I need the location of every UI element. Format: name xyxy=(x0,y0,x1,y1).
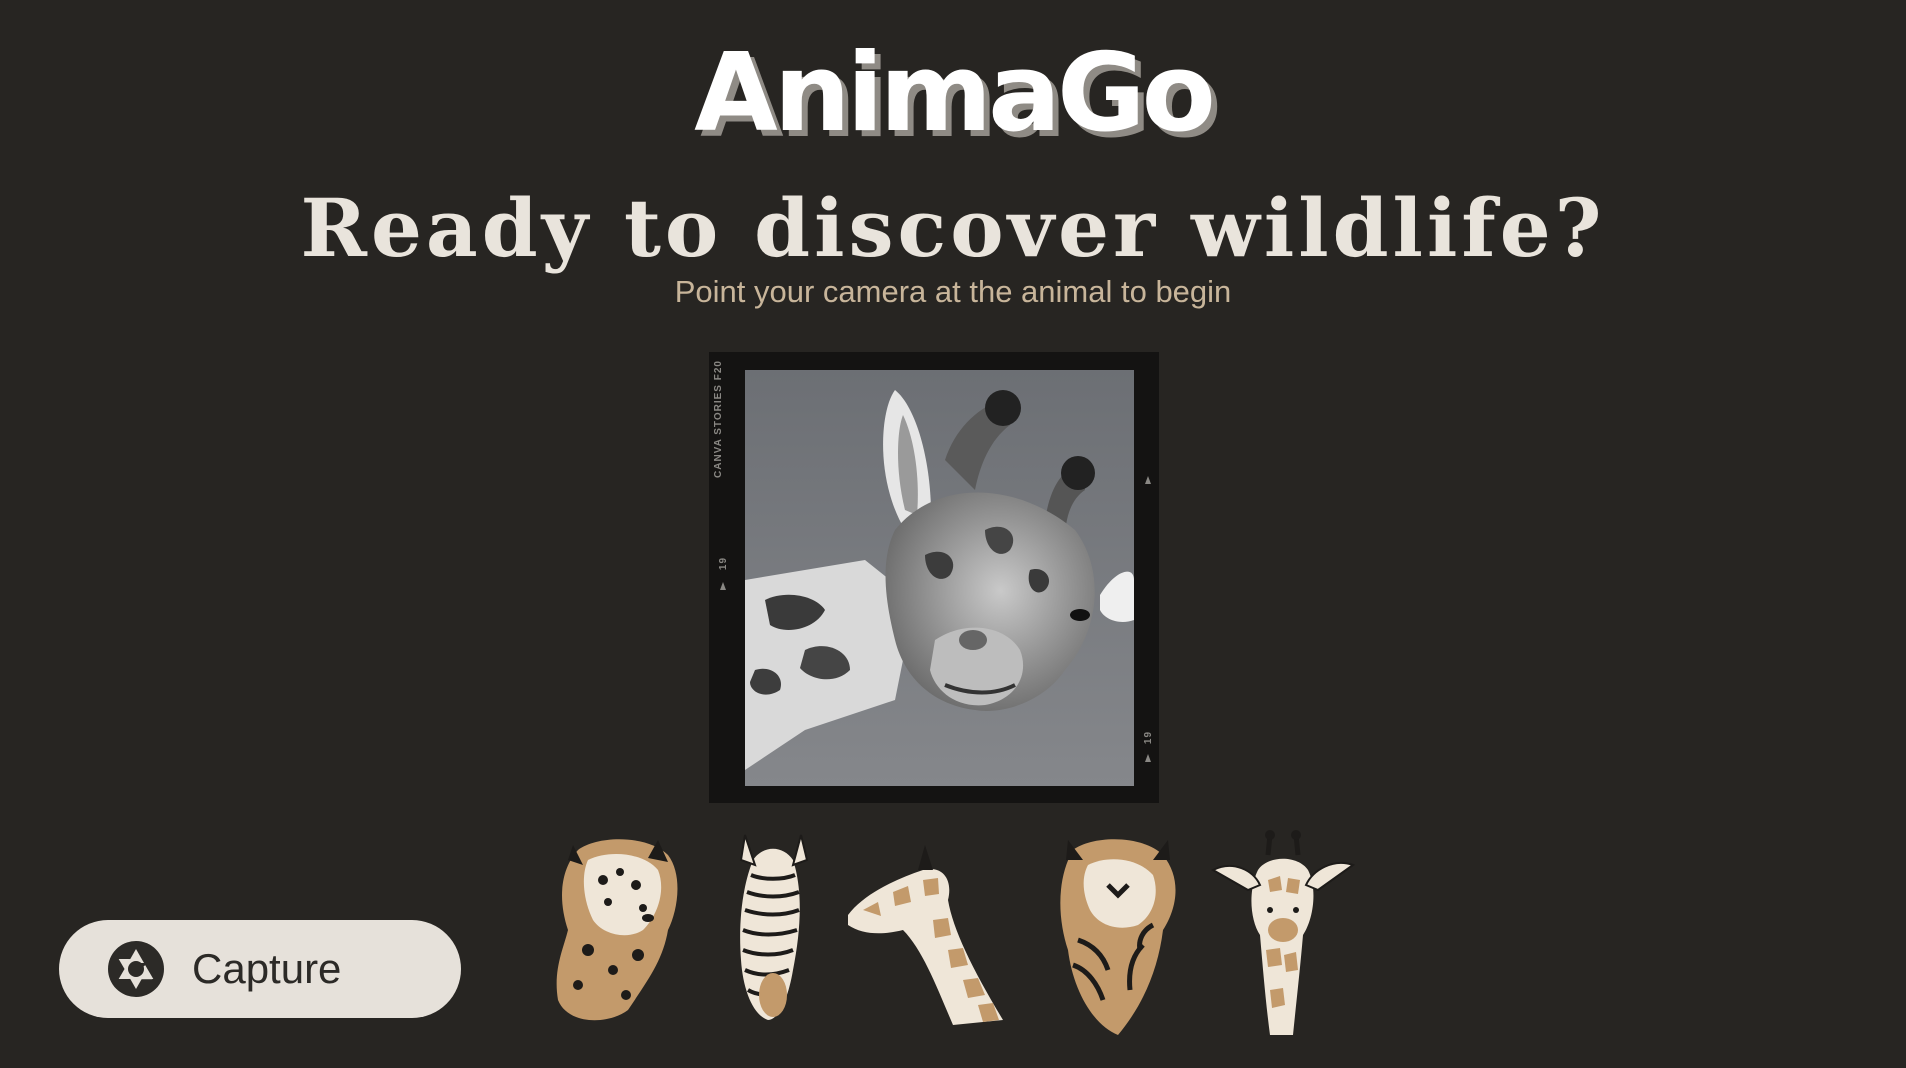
film-brand-text: CANVA STORIES F20 xyxy=(713,360,724,478)
film-mark-right-bottom xyxy=(1145,754,1151,762)
giraffe-neck-illustration xyxy=(848,845,1003,1025)
camera-shutter-icon xyxy=(108,941,164,997)
film-mark-right-top xyxy=(1145,476,1151,484)
giraffe-image xyxy=(745,370,1134,786)
capture-button[interactable]: Capture xyxy=(59,920,461,1018)
zebra-illustration xyxy=(739,834,809,1020)
page-subtitle: Point your camera at the animal to begin xyxy=(674,274,1232,309)
app-logo: AnimaGo xyxy=(694,31,1216,156)
film-mark-left xyxy=(720,582,726,590)
film-frame-number-left: 19 xyxy=(718,556,730,571)
film-frame-number-right: 19 xyxy=(1143,730,1155,745)
leopard-illustration xyxy=(556,839,678,1021)
tiger-illustration xyxy=(1060,839,1176,1035)
capture-button-label: Capture xyxy=(192,945,342,992)
animal-illustrations xyxy=(548,830,1358,1050)
giraffe-photo xyxy=(745,370,1134,786)
giraffe-illustration xyxy=(1210,830,1356,1035)
page-headline: Ready to discover wildlife? xyxy=(300,181,1606,275)
